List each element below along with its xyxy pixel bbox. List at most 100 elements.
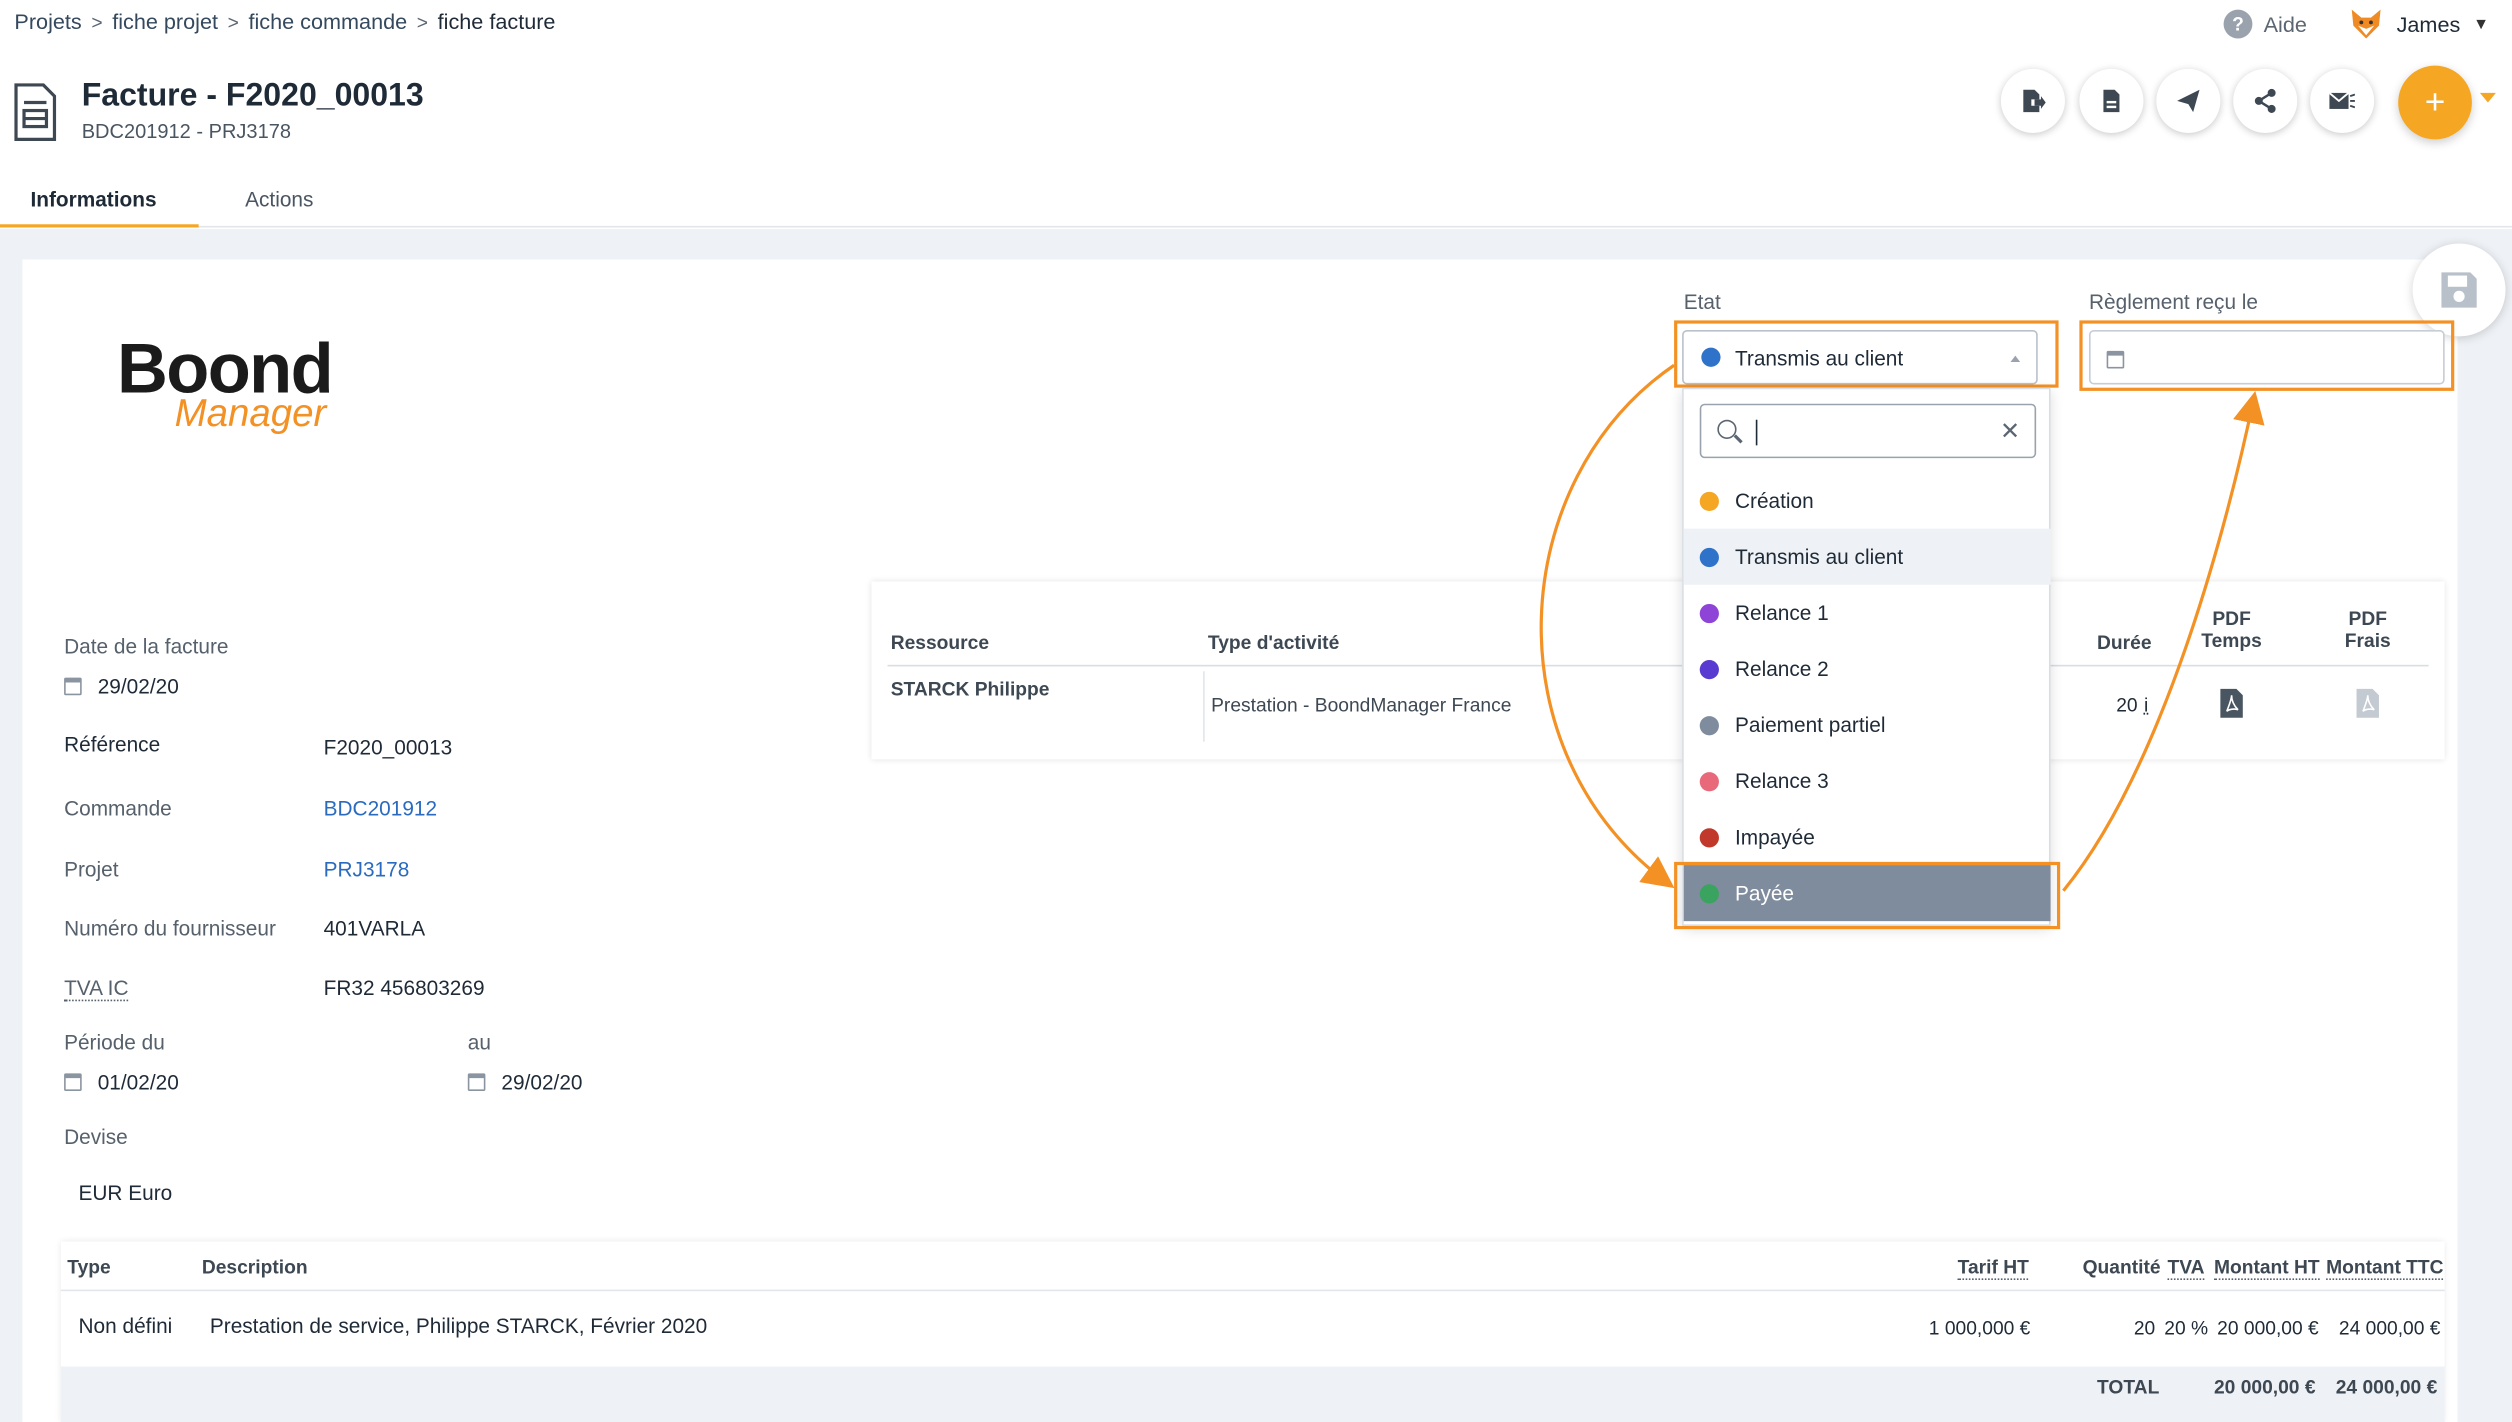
breadcrumb-projets[interactable]: Projets [14, 10, 81, 34]
date-label: Date de la facture [64, 634, 229, 659]
chevron-right-icon: > [416, 11, 429, 34]
calendar-icon [64, 677, 82, 696]
col-description: Description [201, 1255, 308, 1279]
pdf-button[interactable] [2079, 68, 2144, 133]
tab-actions[interactable]: Actions [245, 187, 313, 211]
pdf-frais-icon[interactable] [2355, 687, 2381, 719]
page-title: Facture - F2020_00013 [81, 78, 424, 114]
mail-icon [2329, 92, 2355, 109]
status-dot-icon [1699, 547, 1719, 567]
line-montant-ht: 20 000,00 € [2217, 1316, 2319, 1340]
commande-link[interactable]: BDC201912 [324, 796, 437, 820]
close-icon[interactable]: ✕ [2000, 417, 2020, 445]
col-pdf-frais: PDF Frais [2344, 607, 2391, 653]
col-duree: Durée [2097, 631, 2152, 654]
col-type: Type [67, 1255, 111, 1279]
col-pdf-temps: PDF Temps [2201, 607, 2262, 653]
resource-name: STARCK Philippe [890, 677, 1050, 701]
send-icon [2177, 89, 2200, 113]
send-button[interactable] [2156, 68, 2221, 133]
breadcrumb-fiche-projet[interactable]: fiche projet [112, 10, 218, 34]
line-quantite: 20 [2133, 1316, 2156, 1340]
caret-down-icon: ▼ [2473, 15, 2489, 33]
mail-button[interactable] [2310, 68, 2375, 133]
col-montant-ht: Montant HT [2213, 1255, 2320, 1280]
tab-informations[interactable]: Informations [30, 187, 156, 211]
line-tva: 20 % [2164, 1316, 2209, 1340]
col-montant-ttc: Montant TTC [2326, 1255, 2444, 1280]
status-dot-icon [1699, 827, 1719, 847]
export-button[interactable] [2000, 68, 2065, 133]
status-dot-icon [1699, 491, 1719, 511]
commande-label: Commande [64, 796, 172, 821]
highlight-payee-option [1674, 861, 2061, 930]
etat-option[interactable]: Création [1684, 473, 2051, 529]
tab-bar: Informations Actions [0, 173, 2512, 228]
etat-option[interactable]: Transmis au client [1683, 528, 2051, 585]
etat-option[interactable]: Relance 1 [1684, 585, 2051, 641]
projet-link[interactable]: PRJ3178 [324, 857, 410, 881]
line-description: Prestation de service, Philippe STARCK, … [209, 1313, 708, 1338]
etat-option[interactable]: Relance 3 [1684, 753, 2051, 809]
top-bar: Projets > fiche projet > fiche commande > fich… [0, 0, 2512, 230]
etat-search-input[interactable]: ✕ [1699, 403, 2037, 459]
devise-value: EUR Euro [78, 1180, 173, 1205]
etat-option[interactable]: Impayée [1684, 809, 2051, 865]
info-icon[interactable]: i [2144, 694, 2148, 716]
resource-type: Prestation - BoondManager France [1211, 693, 1512, 717]
date-value[interactable]: 29/02/20 [64, 674, 179, 698]
total-ht: 20 000,00 € [2213, 1376, 2316, 1399]
breadcrumb: Projets > fiche projet > fiche commande > fich… [14, 10, 555, 34]
invoice-lines-table: Type Description Tarif HT Quantité TVA M… [60, 1241, 2445, 1422]
fox-avatar-icon [2351, 9, 2381, 39]
col-type-activite: Type d'activité [1207, 631, 1340, 654]
chevron-right-icon: > [91, 11, 103, 34]
resources-table: Ressource Type d'activité Durée PDF Temp… [871, 581, 2445, 760]
line-tarif: 1 000,000 € [1928, 1316, 2031, 1340]
col-tarif: Tarif HT [1957, 1255, 2029, 1280]
status-dot-icon [1699, 659, 1719, 679]
share-button[interactable] [2233, 68, 2298, 133]
line-type: Non défini [78, 1313, 173, 1338]
devise-label: Devise [64, 1124, 128, 1149]
highlight-reglement-input [2079, 320, 2455, 391]
add-button[interactable]: + [2398, 65, 2472, 140]
user-menu[interactable]: James ▼ [2349, 6, 2489, 41]
status-dot-icon [1699, 603, 1719, 623]
etat-dropdown: ✕ Création Transmis au client Relance 1 Rel… [1682, 387, 2051, 926]
user-name: James [2396, 12, 2461, 37]
col-quantite: Quantité [2082, 1255, 2161, 1279]
caret-down-icon[interactable] [2479, 92, 2496, 103]
status-dot-icon [1699, 771, 1719, 791]
periode-label: Période du [64, 1030, 165, 1055]
page-subtitle: BDC201912 - PRJ3178 [81, 120, 291, 143]
chevron-right-icon: > [227, 11, 239, 34]
reference-label: Référence [64, 732, 161, 757]
tva-label: TVA IC [64, 975, 129, 1002]
breadcrumb-fiche-commande[interactable]: fiche commande [248, 10, 407, 34]
col-ressource: Ressource [890, 631, 990, 654]
help-icon: ? [2223, 9, 2253, 39]
tva-value: FR32 456803269 [323, 975, 485, 1000]
search-icon [1717, 419, 1737, 439]
etat-option[interactable]: Relance 2 [1684, 641, 2051, 697]
invoice-document-icon [14, 83, 57, 141]
periode-to-value[interactable]: 29/02/20 [467, 1070, 583, 1094]
floppy-disk-icon [2441, 272, 2477, 308]
pdf-temps-icon[interactable] [2219, 687, 2245, 719]
etat-option[interactable]: Paiement partiel [1684, 697, 2051, 753]
fournisseur-label: Numéro du fournisseur [64, 916, 276, 941]
calendar-icon [64, 1073, 82, 1091]
periode-from-value[interactable]: 01/02/20 [64, 1070, 179, 1094]
col-tva: TVA [2167, 1255, 2205, 1280]
highlight-etat-select [1674, 320, 2059, 388]
calendar-icon [467, 1073, 486, 1091]
total-ttc: 24 000,00 € [2335, 1376, 2438, 1399]
reglement-label: Règlement reçu le [2089, 289, 2259, 314]
status-dot-icon [1699, 715, 1719, 735]
active-tab-indicator [0, 224, 199, 228]
export-icon [2023, 89, 2046, 113]
help-link[interactable]: ? Aide [2223, 9, 2307, 39]
pdf-icon [2103, 89, 2120, 113]
company-logo: Boond Manager [116, 330, 334, 436]
